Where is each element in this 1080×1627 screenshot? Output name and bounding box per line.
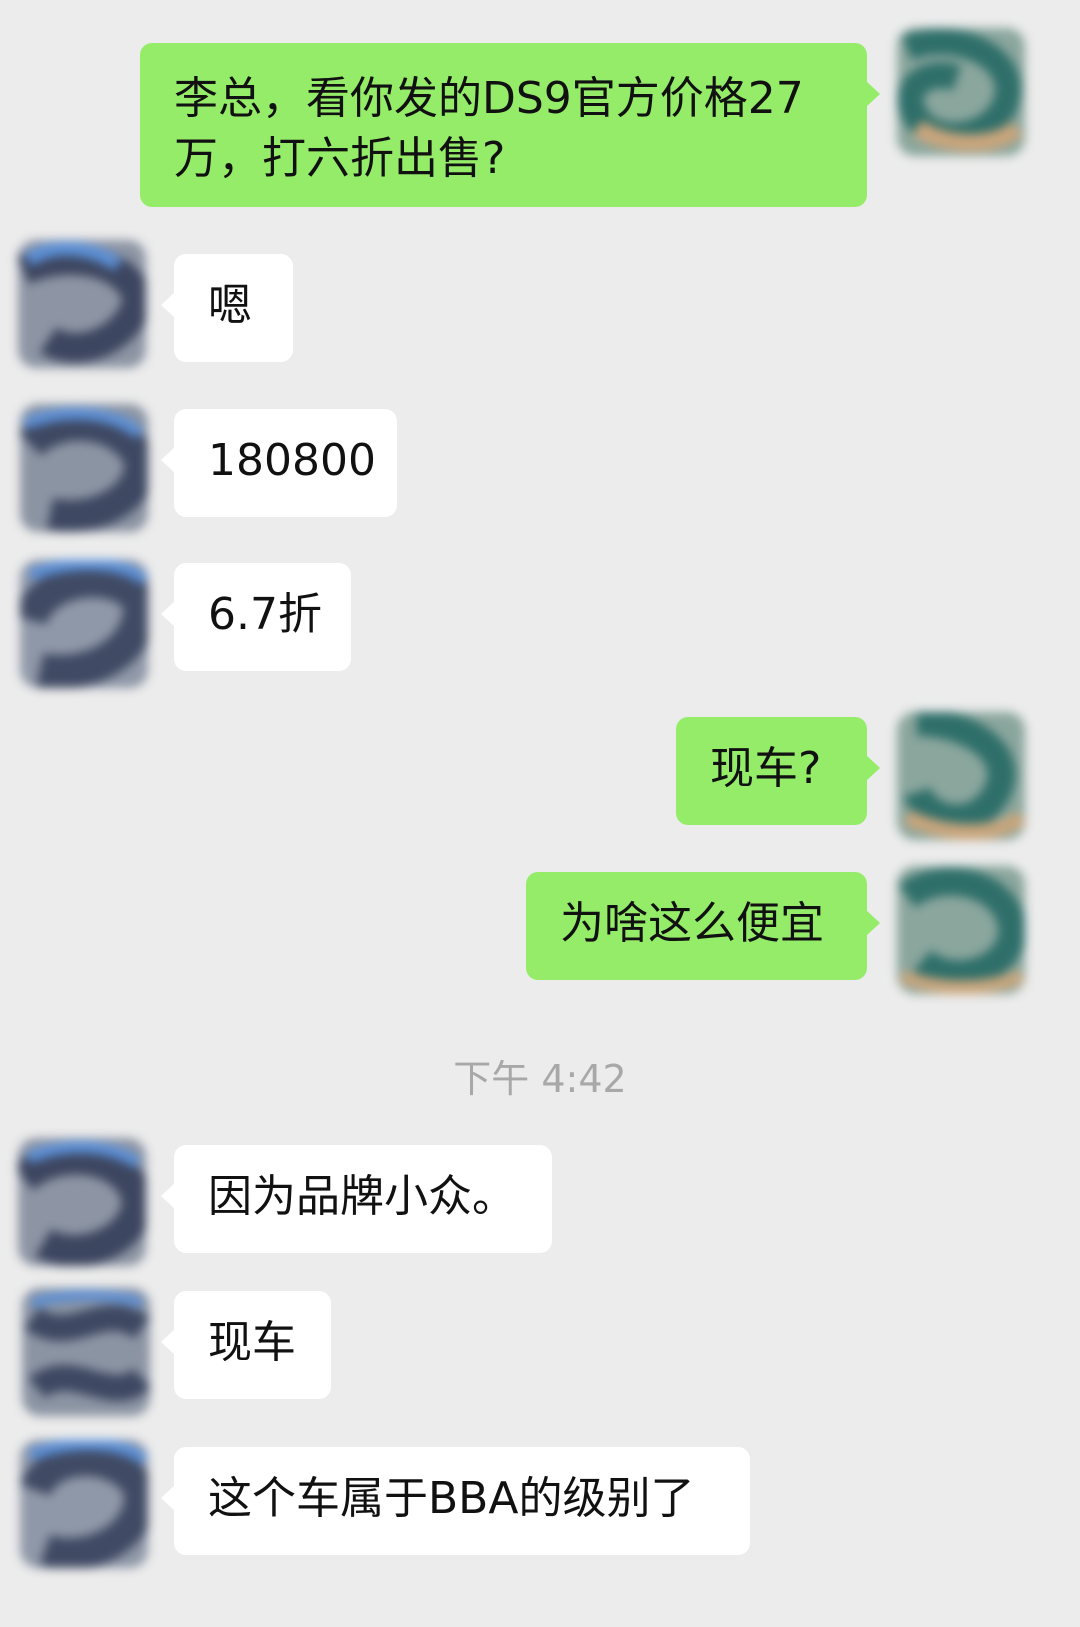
- message-bubble-incoming[interactable]: 因为品牌小众。: [161, 1145, 552, 1253]
- self-avatar[interactable]: [897, 28, 1025, 156]
- contact-avatar[interactable]: [18, 1138, 146, 1266]
- contact-avatar[interactable]: [20, 404, 148, 532]
- message-bubble-incoming[interactable]: 嗯: [161, 254, 293, 362]
- message-bubble-incoming[interactable]: 现车: [161, 1291, 331, 1399]
- self-avatar[interactable]: [897, 866, 1025, 994]
- contact-avatar[interactable]: [20, 1440, 148, 1568]
- self-avatar[interactable]: [897, 712, 1025, 840]
- message-bubble-outgoing[interactable]: 李总，看你发的DS9官方价格27万，打六折出售?: [140, 43, 880, 207]
- message-bubble-outgoing[interactable]: 现车?: [676, 717, 880, 825]
- chat-view: 李总，看你发的DS9官方价格27万，打六折出售? 嗯 180800 6.7折 现…: [0, 0, 1080, 1627]
- message-timestamp: 下午 4:42: [453, 1057, 627, 1101]
- contact-avatar[interactable]: [22, 1288, 150, 1416]
- contact-avatar[interactable]: [18, 240, 146, 368]
- message-bubble-incoming[interactable]: 这个车属于BBA的级别了: [161, 1447, 750, 1555]
- message-bubble-outgoing[interactable]: 为啥这么便宜: [526, 872, 880, 980]
- contact-avatar[interactable]: [20, 560, 148, 688]
- message-bubble-incoming[interactable]: 180800: [161, 409, 397, 517]
- message-bubble-incoming[interactable]: 6.7折: [161, 563, 351, 671]
